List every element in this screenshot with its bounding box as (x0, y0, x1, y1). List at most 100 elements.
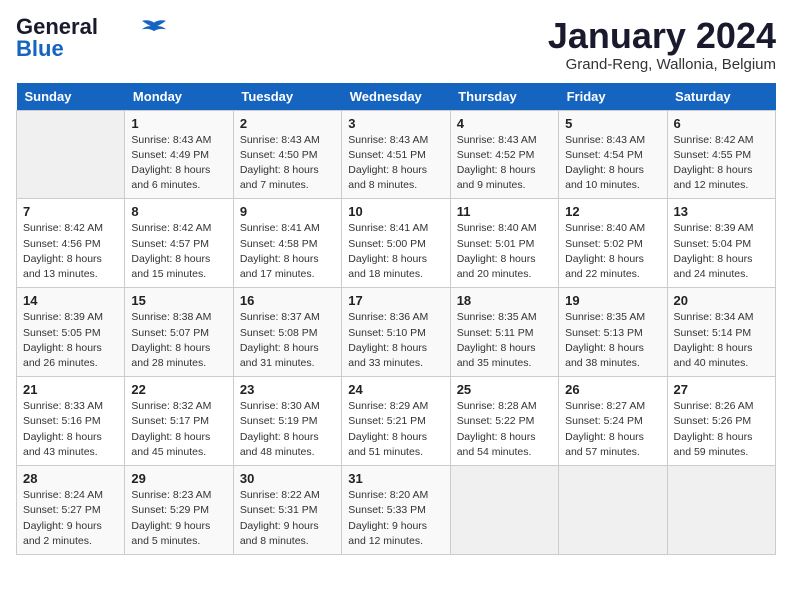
day-number: 1 (131, 116, 226, 131)
day-cell: 25Sunrise: 8:28 AM Sunset: 5:22 PM Dayli… (450, 377, 558, 466)
day-cell (559, 466, 667, 555)
day-cell: 6 Sunrise: 8:42 AM Sunset: 4:55 PM Daylig… (667, 110, 775, 199)
day-info: Sunrise: 8:41 AM Sunset: 4:58 PM Dayligh… (240, 221, 335, 282)
logo-blue-text: Blue (16, 38, 64, 60)
day-info: Sunrise: 8:36 AM Sunset: 5:10 PM Dayligh… (348, 310, 443, 371)
page-header: General Blue January 2024 Grand-Reng, Wa… (16, 16, 776, 73)
day-cell: 20Sunrise: 8:34 AM Sunset: 5:14 PM Dayli… (667, 288, 775, 377)
day-cell (17, 110, 125, 199)
day-cell: 16 Sunrise: 8:37 AM Sunset: 5:08 PM Dayli… (233, 288, 341, 377)
day-info: Sunrise: 8:43 AM Sunset: 4:51 PM Dayligh… (348, 133, 443, 194)
col-header-saturday: Saturday (667, 83, 775, 111)
day-number: 4 (457, 116, 552, 131)
day-cell: 17 Sunrise: 8:36 AM Sunset: 5:10 PM Dayli… (342, 288, 450, 377)
day-number: 8 (131, 204, 226, 219)
title-block: January 2024 Grand-Reng, Wallonia, Belgi… (548, 16, 776, 73)
day-info: Sunrise: 8:23 AM Sunset: 5:29 PM Dayligh… (131, 488, 226, 549)
day-info: Sunrise: 8:40 AM Sunset: 5:02 PM Dayligh… (565, 221, 660, 282)
calendar-header-row: SundayMondayTuesdayWednesdayThursdayFrid… (17, 83, 776, 111)
logo-text: General (16, 16, 98, 38)
day-number: 28 (23, 471, 118, 486)
day-cell (450, 466, 558, 555)
day-info: Sunrise: 8:29 AM Sunset: 5:21 PM Dayligh… (348, 399, 443, 460)
day-info: Sunrise: 8:26 AM Sunset: 5:26 PM Dayligh… (674, 399, 769, 460)
day-info: Sunrise: 8:38 AM Sunset: 5:07 PM Dayligh… (131, 310, 226, 371)
day-number: 19 (565, 293, 660, 308)
day-info: Sunrise: 8:32 AM Sunset: 5:17 PM Dayligh… (131, 399, 226, 460)
day-number: 2 (240, 116, 335, 131)
day-info: Sunrise: 8:20 AM Sunset: 5:33 PM Dayligh… (348, 488, 443, 549)
day-number: 13 (674, 204, 769, 219)
col-header-sunday: Sunday (17, 83, 125, 111)
day-cell: 27Sunrise: 8:26 AM Sunset: 5:26 PM Dayli… (667, 377, 775, 466)
day-number: 30 (240, 471, 335, 486)
day-info: Sunrise: 8:39 AM Sunset: 5:05 PM Dayligh… (23, 310, 118, 371)
day-number: 26 (565, 382, 660, 397)
day-info: Sunrise: 8:37 AM Sunset: 5:08 PM Dayligh… (240, 310, 335, 371)
day-info: Sunrise: 8:35 AM Sunset: 5:13 PM Dayligh… (565, 310, 660, 371)
day-number: 11 (457, 204, 552, 219)
col-header-tuesday: Tuesday (233, 83, 341, 111)
day-cell: 7Sunrise: 8:42 AM Sunset: 4:56 PM Daylig… (17, 199, 125, 288)
day-cell: 19 Sunrise: 8:35 AM Sunset: 5:13 PM Dayli… (559, 288, 667, 377)
day-number: 5 (565, 116, 660, 131)
logo-bird-icon (142, 19, 166, 33)
day-cell: 24 Sunrise: 8:29 AM Sunset: 5:21 PM Dayli… (342, 377, 450, 466)
day-cell: 11Sunrise: 8:40 AM Sunset: 5:01 PM Dayli… (450, 199, 558, 288)
day-number: 22 (131, 382, 226, 397)
col-header-monday: Monday (125, 83, 233, 111)
day-info: Sunrise: 8:42 AM Sunset: 4:55 PM Dayligh… (674, 133, 769, 194)
day-number: 6 (674, 116, 769, 131)
day-info: Sunrise: 8:41 AM Sunset: 5:00 PM Dayligh… (348, 221, 443, 282)
day-cell: 5 Sunrise: 8:43 AM Sunset: 4:54 PM Daylig… (559, 110, 667, 199)
day-info: Sunrise: 8:28 AM Sunset: 5:22 PM Dayligh… (457, 399, 552, 460)
day-cell: 15Sunrise: 8:38 AM Sunset: 5:07 PM Dayli… (125, 288, 233, 377)
week-row-2: 14 Sunrise: 8:39 AM Sunset: 5:05 PM Dayli… (17, 288, 776, 377)
day-info: Sunrise: 8:42 AM Sunset: 4:56 PM Dayligh… (23, 221, 118, 282)
day-cell: 29 Sunrise: 8:23 AM Sunset: 5:29 PM Dayli… (125, 466, 233, 555)
day-info: Sunrise: 8:42 AM Sunset: 4:57 PM Dayligh… (131, 221, 226, 282)
day-info: Sunrise: 8:22 AM Sunset: 5:31 PM Dayligh… (240, 488, 335, 549)
col-header-friday: Friday (559, 83, 667, 111)
day-cell: 26 Sunrise: 8:27 AM Sunset: 5:24 PM Dayli… (559, 377, 667, 466)
day-cell: 1Sunrise: 8:43 AM Sunset: 4:49 PM Daylig… (125, 110, 233, 199)
day-number: 12 (565, 204, 660, 219)
col-header-thursday: Thursday (450, 83, 558, 111)
day-cell: 4Sunrise: 8:43 AM Sunset: 4:52 PM Daylig… (450, 110, 558, 199)
day-number: 20 (674, 293, 769, 308)
day-info: Sunrise: 8:24 AM Sunset: 5:27 PM Dayligh… (23, 488, 118, 549)
day-info: Sunrise: 8:39 AM Sunset: 5:04 PM Dayligh… (674, 221, 769, 282)
day-cell: 12 Sunrise: 8:40 AM Sunset: 5:02 PM Dayli… (559, 199, 667, 288)
day-cell: 21Sunrise: 8:33 AM Sunset: 5:16 PM Dayli… (17, 377, 125, 466)
day-cell: 13 Sunrise: 8:39 AM Sunset: 5:04 PM Dayli… (667, 199, 775, 288)
day-cell: 2 Sunrise: 8:43 AM Sunset: 4:50 PM Daylig… (233, 110, 341, 199)
day-number: 9 (240, 204, 335, 219)
day-number: 14 (23, 293, 118, 308)
logo: General Blue (16, 16, 166, 60)
day-number: 23 (240, 382, 335, 397)
day-number: 18 (457, 293, 552, 308)
day-number: 17 (348, 293, 443, 308)
day-number: 29 (131, 471, 226, 486)
day-cell: 23Sunrise: 8:30 AM Sunset: 5:19 PM Dayli… (233, 377, 341, 466)
location-subtitle: Grand-Reng, Wallonia, Belgium (548, 56, 776, 73)
day-cell: 3 Sunrise: 8:43 AM Sunset: 4:51 PM Daylig… (342, 110, 450, 199)
day-number: 24 (348, 382, 443, 397)
day-cell: 8 Sunrise: 8:42 AM Sunset: 4:57 PM Daylig… (125, 199, 233, 288)
day-number: 10 (348, 204, 443, 219)
day-info: Sunrise: 8:27 AM Sunset: 5:24 PM Dayligh… (565, 399, 660, 460)
week-row-3: 21Sunrise: 8:33 AM Sunset: 5:16 PM Dayli… (17, 377, 776, 466)
day-cell: 28 Sunrise: 8:24 AM Sunset: 5:27 PM Dayli… (17, 466, 125, 555)
day-number: 3 (348, 116, 443, 131)
month-title: January 2024 (548, 16, 776, 56)
week-row-4: 28 Sunrise: 8:24 AM Sunset: 5:27 PM Dayli… (17, 466, 776, 555)
day-number: 21 (23, 382, 118, 397)
week-row-0: 1Sunrise: 8:43 AM Sunset: 4:49 PM Daylig… (17, 110, 776, 199)
day-info: Sunrise: 8:43 AM Sunset: 4:50 PM Dayligh… (240, 133, 335, 194)
day-number: 31 (348, 471, 443, 486)
day-number: 16 (240, 293, 335, 308)
day-info: Sunrise: 8:43 AM Sunset: 4:54 PM Dayligh… (565, 133, 660, 194)
day-cell: 9 Sunrise: 8:41 AM Sunset: 4:58 PM Daylig… (233, 199, 341, 288)
day-cell: 30 Sunrise: 8:22 AM Sunset: 5:31 PM Dayli… (233, 466, 341, 555)
col-header-wednesday: Wednesday (342, 83, 450, 111)
